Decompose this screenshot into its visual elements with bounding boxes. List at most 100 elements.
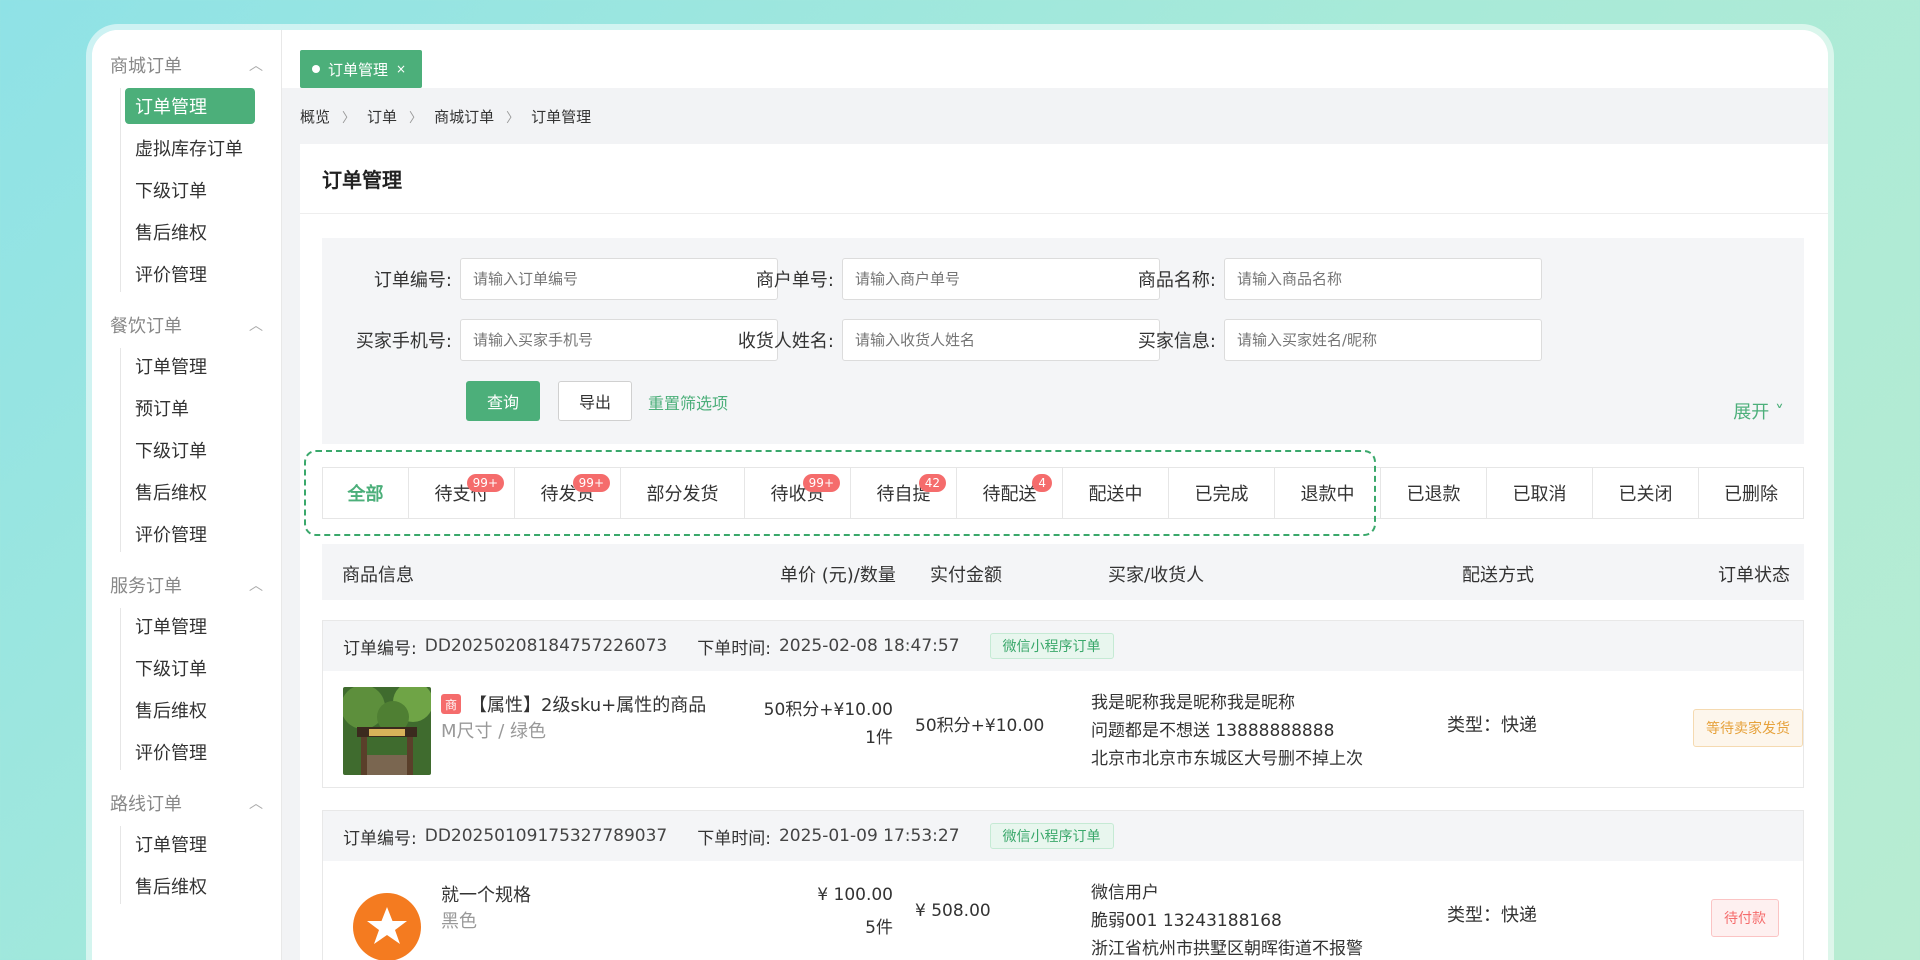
order-no-label: 订单编号: (343, 828, 417, 849)
tab-label: 已退款 (1406, 484, 1461, 505)
sidebar-group-header[interactable]: 餐饮订单 ︿ (92, 310, 281, 340)
buyer-phone-label: 买家手机号: (355, 331, 452, 352)
tab-label: 订单管理 (328, 60, 389, 79)
product-thumbnail[interactable] (343, 877, 431, 960)
filter-row: 买家信息: (1086, 319, 1542, 361)
reset-filters-link[interactable]: 重置筛选项 (648, 390, 728, 414)
status-tab-to-ship[interactable]: 待发货 99+ (515, 468, 621, 518)
sidebar-group-route: 路线订单 ︿ 订单管理 售后维权 (92, 788, 281, 904)
filter-row: 商品名称: (1086, 258, 1542, 300)
product-spec: M尺寸 / 绿色 (441, 721, 547, 742)
sidebar-item-order-manage[interactable]: 订单管理 (125, 608, 255, 644)
product-name-input[interactable] (1224, 258, 1542, 300)
breadcrumb-item[interactable]: 订单 (367, 106, 397, 127)
product-spec: 黑色 (441, 911, 477, 932)
expand-filters-link[interactable]: 展开 ˅ (1733, 398, 1784, 424)
sidebar-item-reviews[interactable]: 评价管理 (125, 516, 255, 552)
chevron-up-icon: ︿ (249, 318, 263, 334)
receiver-address: 浙江省杭州市拱墅区朝晖街道不报警 (1091, 939, 1363, 959)
close-icon[interactable]: × (396, 62, 406, 76)
status-badge: 待付款 (1711, 899, 1779, 937)
sidebar-group-header[interactable]: 服务订单 ︿ (92, 570, 281, 600)
order-no: DD20250109175327789037 (424, 826, 668, 846)
product-name-label: 商品名称: (1137, 270, 1216, 291)
content-panel: 订单管理 订单编号: 商户单号: 商品名称: 买家手机号: (300, 144, 1828, 960)
chevron-up-icon: ︿ (249, 796, 263, 812)
product-thumbnail[interactable] (343, 687, 431, 775)
export-button[interactable]: 导出 (558, 381, 632, 421)
order-header: 订单编号: DD20250109175327789037 下单时间: 2025-… (323, 811, 1803, 861)
breadcrumb-item[interactable]: 商城订单 (434, 106, 494, 127)
sidebar-item-order-manage[interactable]: 订单管理 (125, 348, 255, 384)
receiver-address: 北京市北京市东城区大号删不掉上次 (1091, 749, 1363, 769)
chevron-up-icon: ︿ (249, 578, 263, 594)
product-name[interactable]: 商 【属性】2级sku+属性的商品 (441, 691, 706, 717)
status-tab-self-pickup[interactable]: 待自提 42 (851, 468, 957, 518)
buyer-info-input[interactable] (1224, 319, 1542, 361)
sidebar-item-sub-orders[interactable]: 下级订单 (125, 432, 255, 468)
buyer-info: 微信用户 脆弱001 13243188168 浙江省杭州市拱墅区朝晖街道不报警 (1091, 879, 1363, 960)
tab-order-manage[interactable]: 订单管理 × (300, 50, 422, 88)
tab-label: 已删除 (1724, 484, 1778, 505)
filter-panel: 订单编号: 商户单号: 商品名称: 买家手机号: 收货人姓名: (322, 238, 1804, 444)
tab-bar: 订单管理 × (282, 30, 1828, 88)
sidebar-items: 订单管理 售后维权 (120, 826, 281, 904)
sidebar-item-reviews[interactable]: 评价管理 (125, 256, 255, 292)
sidebar-item-after-sales[interactable]: 售后维权 (125, 868, 255, 904)
status-tab-completed[interactable]: 已完成 (1169, 468, 1275, 518)
tab-label: 已完成 (1194, 484, 1249, 505)
sidebar-item-reservation[interactable]: 预订单 (125, 390, 255, 426)
order-time: 2025-01-09 17:53:27 (778, 826, 960, 846)
buyer-nickname: 微信用户 (1091, 883, 1159, 903)
status-tab-cancelled[interactable]: 已取消 (1487, 468, 1593, 518)
sidebar-item-sub-orders[interactable]: 下级订单 (125, 650, 255, 686)
status-tab-all[interactable]: 全部 (323, 468, 409, 518)
status-tab-refunded[interactable]: 已退款 (1381, 468, 1487, 518)
sidebar-item-virtual-stock[interactable]: 虚拟库存订单 (125, 130, 255, 166)
tab-label: 部分发货 (646, 484, 719, 505)
col-unit-price: 单价 (元)/数量 (780, 565, 896, 586)
product-name-text: 【属性】2级sku+属性的商品 (469, 695, 707, 716)
sidebar-item-order-manage[interactable]: 订单管理 (125, 826, 255, 862)
buyer-info: 我是昵称我是昵称我是昵称 问题都是不想送 13888888888 北京市北京市东… (1091, 689, 1363, 773)
sidebar-item-order-manage[interactable]: 订单管理 (125, 88, 255, 124)
status-tab-delivering[interactable]: 配送中 (1063, 468, 1169, 518)
sidebar-item-after-sales[interactable]: 售后维权 (125, 692, 255, 728)
quantity: 5件 (865, 918, 893, 938)
col-buyer: 买家/收货人 (1108, 565, 1205, 586)
col-paid: 实付金额 (930, 565, 1002, 586)
sidebar-item-after-sales[interactable]: 售后维权 (125, 214, 255, 250)
order-time-label: 下单时间: (697, 638, 771, 659)
sidebar-group-header[interactable]: 路线订单 ︿ (92, 788, 281, 818)
buyer-info-label: 买家信息: (1137, 331, 1216, 352)
tab-label: 配送中 (1088, 484, 1143, 505)
order-no-label: 订单编号: (343, 638, 417, 659)
sidebar-item-after-sales[interactable]: 售后维权 (125, 474, 255, 510)
mall-icon: 商 (441, 694, 461, 714)
query-button[interactable]: 查询 (466, 381, 540, 421)
unit-price: ¥ 100.00 (817, 885, 893, 905)
status-tab-refunding[interactable]: 退款中 (1275, 468, 1381, 518)
breadcrumb-item[interactable]: 概览 (300, 106, 330, 127)
sidebar: 商城订单 ︿ 订单管理 虚拟库存订单 下级订单 售后维权 评价管理 餐饮订单 ︿… (92, 30, 282, 960)
status-tab-to-receive[interactable]: 待收货 99+ (745, 468, 851, 518)
status-tab-to-deliver[interactable]: 待配送 4 (957, 468, 1063, 518)
status-tab-unpaid[interactable]: 待支付 99+ (409, 468, 515, 518)
merchant-no-label: 商户单号: (755, 270, 834, 291)
group-title: 服务订单 (110, 576, 182, 597)
sidebar-items: 订单管理 预订单 下级订单 售后维权 评价管理 (120, 348, 281, 552)
status-tab-partial-shipped[interactable]: 部分发货 (621, 468, 745, 518)
sidebar-items: 订单管理 虚拟库存订单 下级订单 售后维权 评价管理 (120, 88, 281, 292)
status-tab-closed[interactable]: 已关闭 (1593, 468, 1699, 518)
sidebar-item-sub-orders[interactable]: 下级订单 (125, 172, 255, 208)
sidebar-item-reviews[interactable]: 评价管理 (125, 734, 255, 770)
tab-label: 退款中 (1300, 484, 1355, 505)
sidebar-group-header[interactable]: 商城订单 ︿ (92, 50, 281, 80)
order-no: DD20250208184757226073 (424, 636, 668, 656)
group-title: 路线订单 (110, 794, 182, 815)
product-name[interactable]: 就一个规格 (441, 881, 531, 907)
sidebar-group-mall: 商城订单 ︿ 订单管理 虚拟库存订单 下级订单 售后维权 评价管理 (92, 50, 281, 292)
order-time-label: 下单时间: (697, 828, 771, 849)
status-tab-deleted[interactable]: 已删除 (1699, 468, 1803, 518)
order-row: 就一个规格 黑色 ¥ 100.00 5件 ¥ 508.00 微信用户 脆弱001… (323, 861, 1803, 960)
